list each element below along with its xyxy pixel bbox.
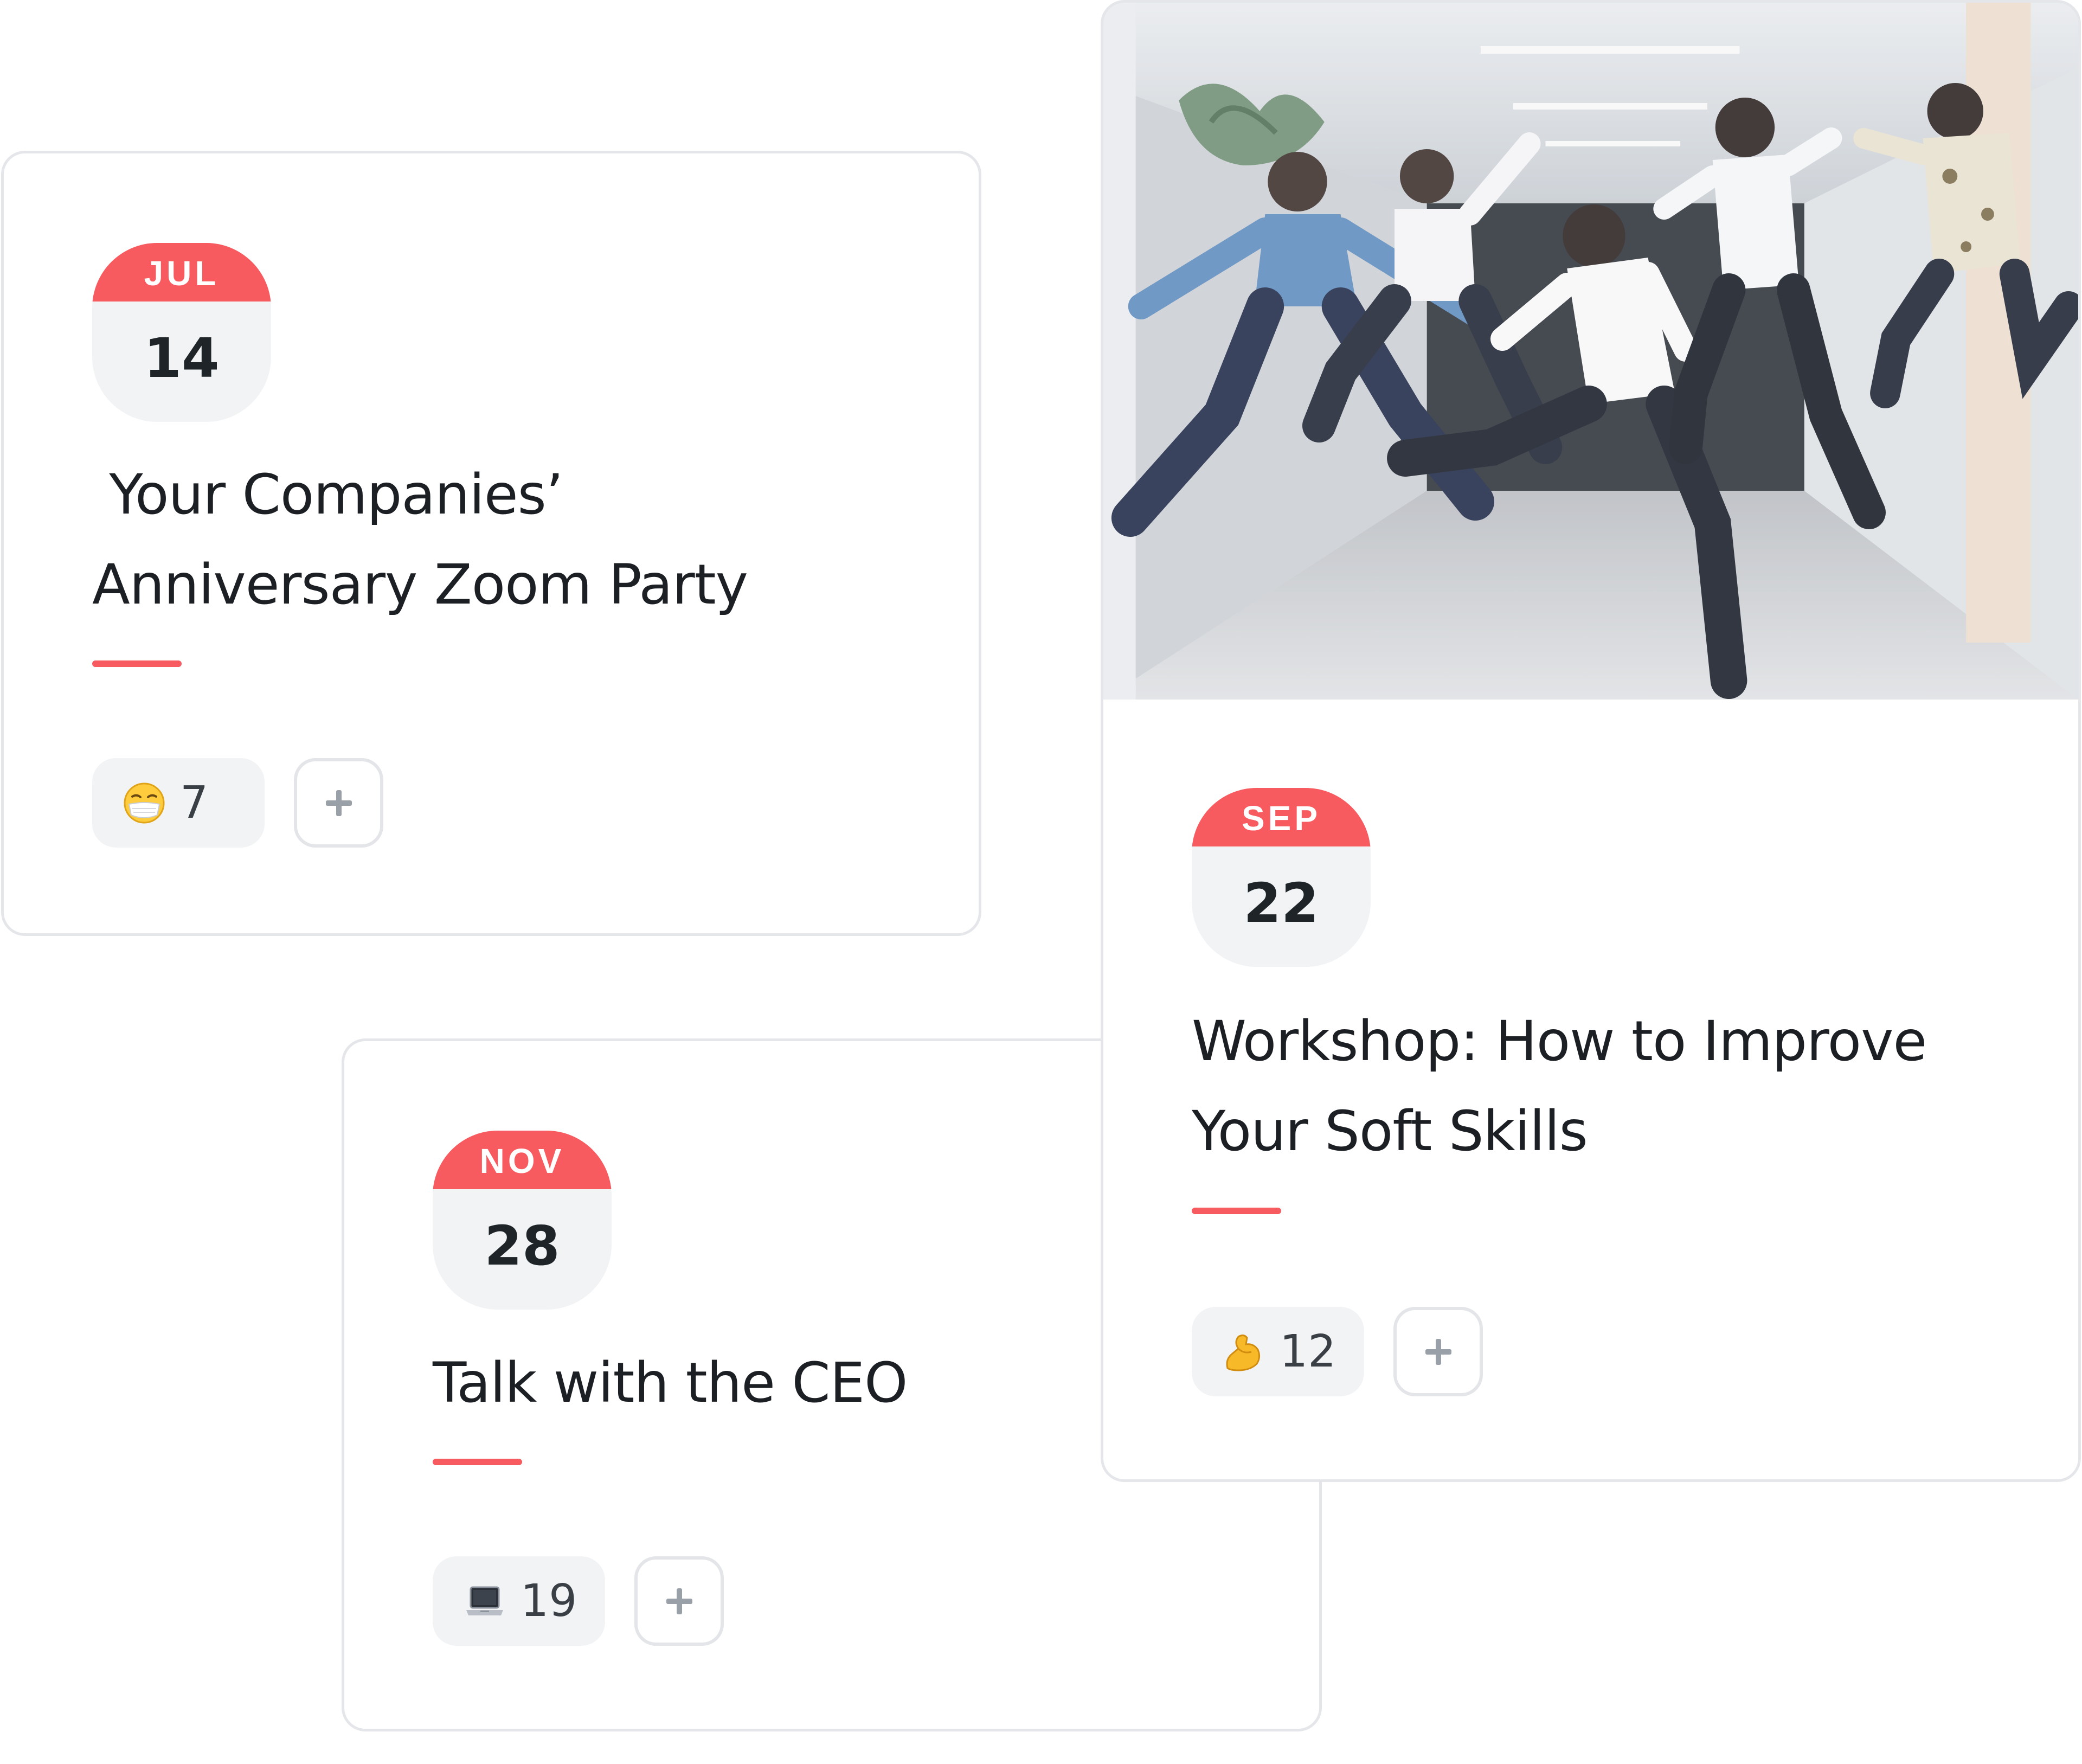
add-reaction-button[interactable] — [634, 1556, 724, 1646]
people-jumping-in-hallway-photo — [1103, 3, 2078, 700]
plus-icon — [1425, 1338, 1451, 1365]
flexed-biceps-icon — [1222, 1330, 1265, 1374]
reaction-chip[interactable]: 19 — [433, 1556, 605, 1646]
calendar-date-badge: SEP 22 — [1192, 788, 1371, 967]
add-reaction-button[interactable] — [1393, 1307, 1483, 1396]
add-reaction-button[interactable] — [294, 758, 383, 848]
event-card-sep[interactable]: SEP 22 Workshop: How to Improve Your Sof… — [1101, 0, 2081, 1482]
plus-icon — [325, 790, 352, 816]
title-accent-line — [1192, 1208, 1281, 1214]
plus-icon — [666, 1588, 692, 1614]
calendar-month: NOV — [433, 1131, 612, 1189]
reaction-count: 7 — [180, 777, 209, 829]
calendar-day: 28 — [484, 1214, 560, 1278]
reaction-chip[interactable]: 7 — [92, 758, 265, 848]
calendar-month: JUL — [92, 243, 271, 302]
calendar-month: SEP — [1192, 788, 1371, 846]
calendar-day: 14 — [144, 326, 220, 390]
laptop-icon — [463, 1580, 506, 1623]
event-title[interactable]: Your Companies’ Anniversary Zoom Party — [92, 450, 748, 630]
calendar-date-badge: NOV 28 — [433, 1131, 612, 1310]
reaction-count: 12 — [1280, 1326, 1336, 1377]
reaction-count: 19 — [520, 1575, 577, 1627]
event-title[interactable]: Talk with the CEO — [433, 1338, 908, 1428]
reaction-chip[interactable]: 12 — [1192, 1307, 1364, 1396]
event-card-jul[interactable]: JUL 14 Your Companies’ Anniversary Zoom … — [1, 151, 981, 936]
title-accent-line — [92, 660, 182, 667]
calendar-date-badge: JUL 14 — [92, 243, 271, 422]
face-with-medical-mask-icon — [123, 781, 166, 825]
title-accent-line — [433, 1459, 522, 1465]
calendar-day: 22 — [1243, 871, 1319, 935]
event-title[interactable]: Workshop: How to Improve Your Soft Skill… — [1192, 997, 1927, 1177]
